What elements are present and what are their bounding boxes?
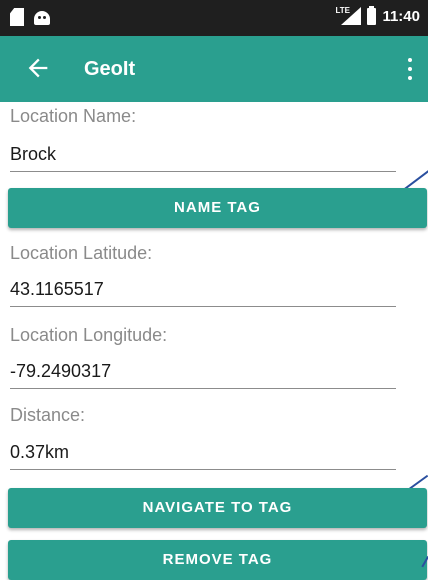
more-vert-icon[interactable] [406,58,414,80]
navigate-to-tag-button[interactable]: NAVIGATE TO TAG [8,488,427,528]
distance-label: Distance: [10,405,86,425]
location-name-field[interactable]: Brock [10,140,396,172]
status-time: 11:40 [382,7,420,25]
remove-tag-button[interactable]: REMOVE TAG [8,540,427,580]
location-longitude-field[interactable]: -79.2490317 [10,357,396,389]
location-latitude-field[interactable]: 43.1165517 [10,275,396,307]
distance-field[interactable]: 0.37km [10,438,396,470]
location-longitude-label: Location Longitude: [10,325,168,345]
arrow-left-icon[interactable] [24,54,52,82]
location-name-label: Location Name: [10,106,137,126]
status-notification-icons [10,8,50,26]
battery-icon [367,5,377,25]
location-latitude-label: Location Latitude: [10,243,153,263]
lte-signal-icon: LTE [335,6,362,25]
android-icon [34,11,50,25]
app-bar: GeoIt [0,36,428,102]
app-title: GeoIt [84,58,136,80]
name-tag-button[interactable]: NAME TAG [8,188,427,228]
sd-card-icon [10,8,24,26]
status-system-icons: LTE 11:40 [335,5,420,25]
status-bar: LTE 11:40 [0,0,428,36]
